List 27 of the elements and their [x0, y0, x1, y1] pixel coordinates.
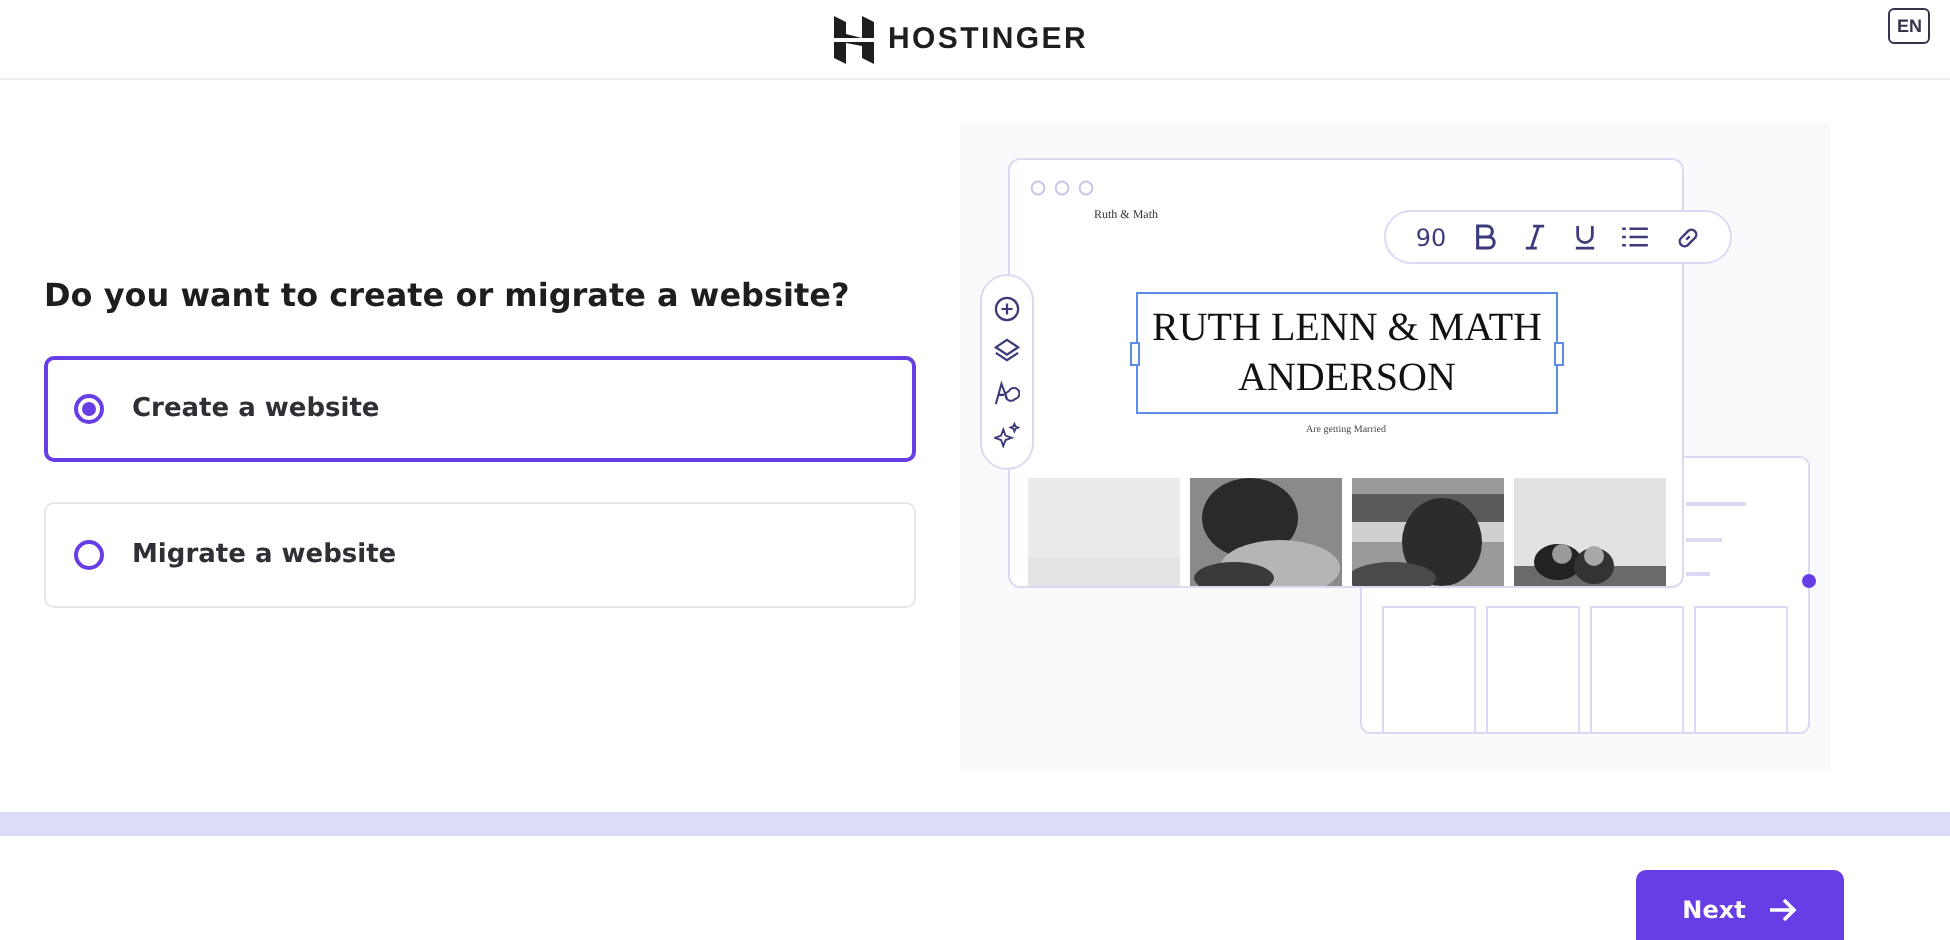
- option-label: Migrate a website: [132, 540, 397, 570]
- arrow-right-icon: [1769, 898, 1798, 922]
- question-heading: Do you want to create or migrate a website?: [44, 276, 852, 314]
- resize-handle[interactable]: [1554, 342, 1564, 366]
- italic-icon[interactable]: [1523, 224, 1546, 250]
- link-icon[interactable]: [1676, 225, 1701, 249]
- option-card[interactable]: Create a website: [44, 356, 916, 462]
- underline-icon[interactable]: [1573, 224, 1596, 250]
- list-icon[interactable]: [1622, 226, 1649, 248]
- option-label: Create a website: [132, 394, 380, 424]
- palette-icon[interactable]: [994, 380, 1020, 406]
- font-size-value[interactable]: 90: [1415, 223, 1447, 251]
- window-dots-icon: [1030, 180, 1094, 196]
- next-button[interactable]: Next: [1636, 870, 1844, 940]
- handle-dot: [1802, 574, 1816, 588]
- radio-button[interactable]: [74, 540, 104, 570]
- bold-icon[interactable]: [1473, 224, 1496, 250]
- radio-button[interactable]: [74, 394, 104, 424]
- brand-name: HOSTINGER: [888, 22, 1088, 56]
- add-icon[interactable]: [994, 296, 1020, 322]
- logo-icon: [834, 15, 874, 63]
- option-card[interactable]: Migrate a website: [44, 502, 916, 608]
- sparkle-icon[interactable]: [994, 422, 1020, 448]
- resize-handle[interactable]: [1130, 342, 1140, 366]
- headline: RUTH LENN & MATH ANDERSON: [1150, 303, 1544, 403]
- layers-icon[interactable]: [994, 338, 1020, 364]
- language-button[interactable]: EN: [1888, 8, 1930, 44]
